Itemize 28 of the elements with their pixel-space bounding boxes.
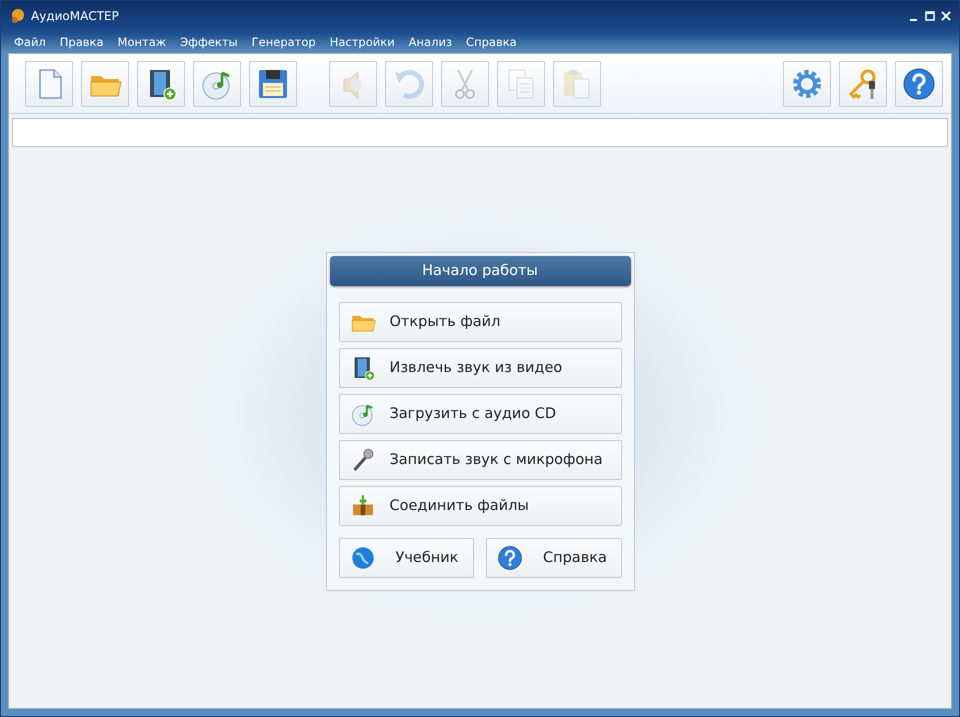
toolbar-button[interactable] xyxy=(895,61,943,107)
toolbar-button[interactable] xyxy=(137,61,185,107)
link-button[interactable]: Учебник xyxy=(338,538,474,578)
settings-gear-icon xyxy=(790,67,824,101)
menu-item[interactable]: Файл xyxy=(7,35,53,49)
action-button[interactable]: Соединить файлы xyxy=(338,486,622,526)
toolbar-button[interactable] xyxy=(839,61,887,107)
link-button[interactable]: Справка xyxy=(486,538,622,578)
menu-item[interactable]: Генератор xyxy=(244,35,323,49)
toolbar-button[interactable] xyxy=(249,61,297,107)
action-button[interactable]: Открыть файл xyxy=(338,302,622,342)
action-button[interactable]: Загрузить с аудио CD xyxy=(338,394,622,434)
window-title: АудиоМАСТЕР xyxy=(31,9,119,23)
help-icon xyxy=(497,545,523,571)
menu-item[interactable]: Правка xyxy=(52,35,111,49)
app-logo-icon xyxy=(9,8,25,24)
maximize-icon[interactable] xyxy=(925,11,935,21)
menu-item[interactable]: Настройки xyxy=(322,35,402,49)
panel-title: Начало работы xyxy=(330,256,630,286)
menu-item[interactable]: Справка xyxy=(459,35,524,49)
help-icon xyxy=(902,67,936,101)
close-icon[interactable] xyxy=(941,11,951,21)
action-button[interactable]: Извлечь звук из видео xyxy=(338,348,622,388)
menu-item[interactable]: Монтаж xyxy=(110,35,174,49)
action-button[interactable]: Записать звук с микрофона xyxy=(338,440,622,480)
undo-arrow-icon xyxy=(392,67,426,101)
menu-item[interactable]: Эффекты xyxy=(173,35,245,49)
menu-item[interactable]: Анализ xyxy=(402,35,460,49)
